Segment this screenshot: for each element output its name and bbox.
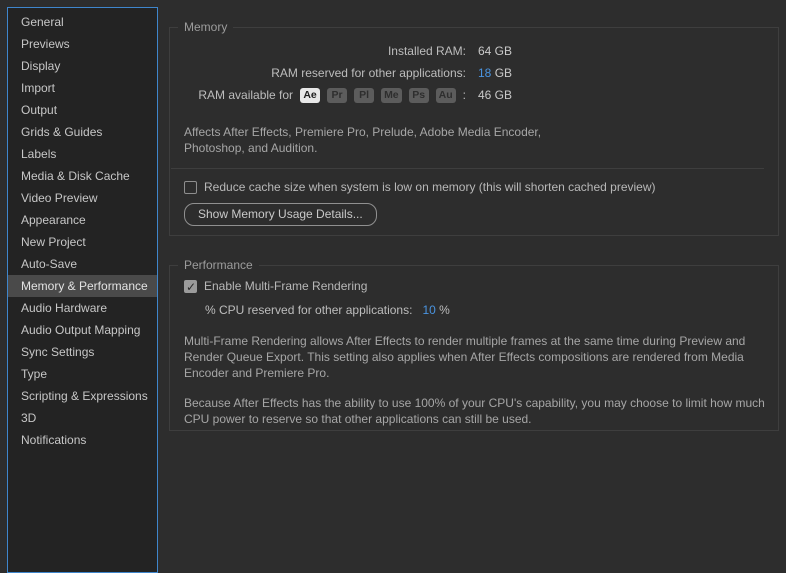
ram-available-value: 46 GB [478, 88, 512, 102]
installed-ram-row: Installed RAM: 64 GB [170, 40, 778, 62]
memory-group-title: Memory [178, 20, 233, 34]
ram-reserved-unit: GB [491, 66, 512, 80]
preferences-sidebar: GeneralPreviewsDisplayImportOutputGrids … [7, 7, 158, 573]
installed-ram-label: Installed RAM: [170, 44, 466, 58]
memory-divider [171, 168, 764, 169]
multi-frame-description-line1: Multi-Frame Rendering allows After Effec… [184, 333, 764, 349]
cpu-reserved-unit: % [436, 303, 450, 317]
ram-reserved-number[interactable]: 18 [478, 66, 491, 80]
affects-note-line2: Photoshop, and Audition. [184, 140, 764, 156]
multi-frame-checkbox[interactable] [184, 280, 197, 293]
sidebar-item-labels[interactable]: Labels [8, 143, 157, 165]
cpu-reserved-number[interactable]: 10 [422, 303, 435, 317]
sidebar-item-notifications[interactable]: Notifications [8, 429, 157, 451]
app-badge-pr: Pr [327, 88, 347, 103]
ram-available-label: RAM available for [198, 88, 293, 102]
multi-frame-label[interactable]: Enable Multi-Frame Rendering [204, 279, 367, 293]
sidebar-item-type[interactable]: Type [8, 363, 157, 385]
performance-groupbox: Performance Enable Multi-Frame Rendering… [169, 265, 779, 431]
sidebar-item-audio-hardware[interactable]: Audio Hardware [8, 297, 157, 319]
sidebar-item-grids-guides[interactable]: Grids & Guides [8, 121, 157, 143]
app-badge-ps: Ps [409, 88, 429, 103]
ram-reserved-label: RAM reserved for other applications: [170, 66, 466, 80]
sidebar-item-import[interactable]: Import [8, 77, 157, 99]
sidebar-item-memory-performance[interactable]: Memory & Performance [8, 275, 157, 297]
cpu-reserved-row: % CPU reserved for other applications: 1… [205, 303, 778, 317]
sidebar-item-media-disk-cache[interactable]: Media & Disk Cache [8, 165, 157, 187]
reduce-cache-checkbox[interactable] [184, 181, 197, 194]
show-memory-usage-button[interactable]: Show Memory Usage Details... [184, 203, 377, 226]
sidebar-item-3d[interactable]: 3D [8, 407, 157, 429]
installed-ram-value: 64 GB [478, 44, 512, 58]
affects-note-line1: Affects After Effects, Premiere Pro, Pre… [184, 124, 764, 140]
sidebar-item-video-preview[interactable]: Video Preview [8, 187, 157, 209]
sidebar-item-appearance[interactable]: Appearance [8, 209, 157, 231]
app-badge-ae: Ae [300, 88, 320, 103]
sidebar-item-display[interactable]: Display [8, 55, 157, 77]
ram-available-label-group: RAM available for Ae Pr Pl Me Ps Au : [170, 88, 466, 103]
performance-group-title: Performance [178, 258, 259, 272]
sidebar-item-new-project[interactable]: New Project [8, 231, 157, 253]
cpu-limit-description-line2: CPU power to reserve so that other appli… [184, 411, 764, 427]
cpu-limit-description: Because After Effects has the ability to… [184, 395, 764, 427]
memory-groupbox: Memory Installed RAM: 64 GB RAM reserved… [169, 27, 779, 236]
ram-reserved-row: RAM reserved for other applications: 18 … [170, 62, 778, 84]
affects-note: Affects After Effects, Premiere Pro, Pre… [184, 124, 764, 156]
multi-frame-description: Multi-Frame Rendering allows After Effec… [184, 333, 764, 381]
multi-frame-description-line3: Encoder and Premiere Pro. [184, 365, 764, 381]
cpu-reserved-label: % CPU reserved for other applications: [205, 303, 412, 317]
reduce-cache-row: Reduce cache size when system is low on … [184, 180, 764, 194]
sidebar-item-auto-save[interactable]: Auto-Save [8, 253, 157, 275]
sidebar-item-sync-settings[interactable]: Sync Settings [8, 341, 157, 363]
cpu-limit-description-line1: Because After Effects has the ability to… [184, 395, 764, 411]
sidebar-item-output[interactable]: Output [8, 99, 157, 121]
memory-rows: Installed RAM: 64 GB RAM reserved for ot… [170, 28, 778, 106]
ram-available-colon: : [463, 88, 466, 102]
ram-reserved-value: 18 GB [478, 66, 512, 80]
reduce-cache-label[interactable]: Reduce cache size when system is low on … [204, 180, 656, 194]
sidebar-item-previews[interactable]: Previews [8, 33, 157, 55]
app-badge-au: Au [436, 88, 456, 103]
multi-frame-description-line2: Render Queue Export. This setting also a… [184, 349, 764, 365]
app-badge-list: Ae Pr Pl Me Ps Au [300, 88, 456, 103]
app-badge-me: Me [381, 88, 402, 103]
sidebar-item-scripting-expressions[interactable]: Scripting & Expressions [8, 385, 157, 407]
app-badge-pl: Pl [354, 88, 374, 103]
ram-available-row: RAM available for Ae Pr Pl Me Ps Au : 46 GB [170, 84, 778, 106]
sidebar-item-general[interactable]: General [8, 11, 157, 33]
multi-frame-row: Enable Multi-Frame Rendering [184, 279, 764, 293]
sidebar-item-audio-output-mapping[interactable]: Audio Output Mapping [8, 319, 157, 341]
